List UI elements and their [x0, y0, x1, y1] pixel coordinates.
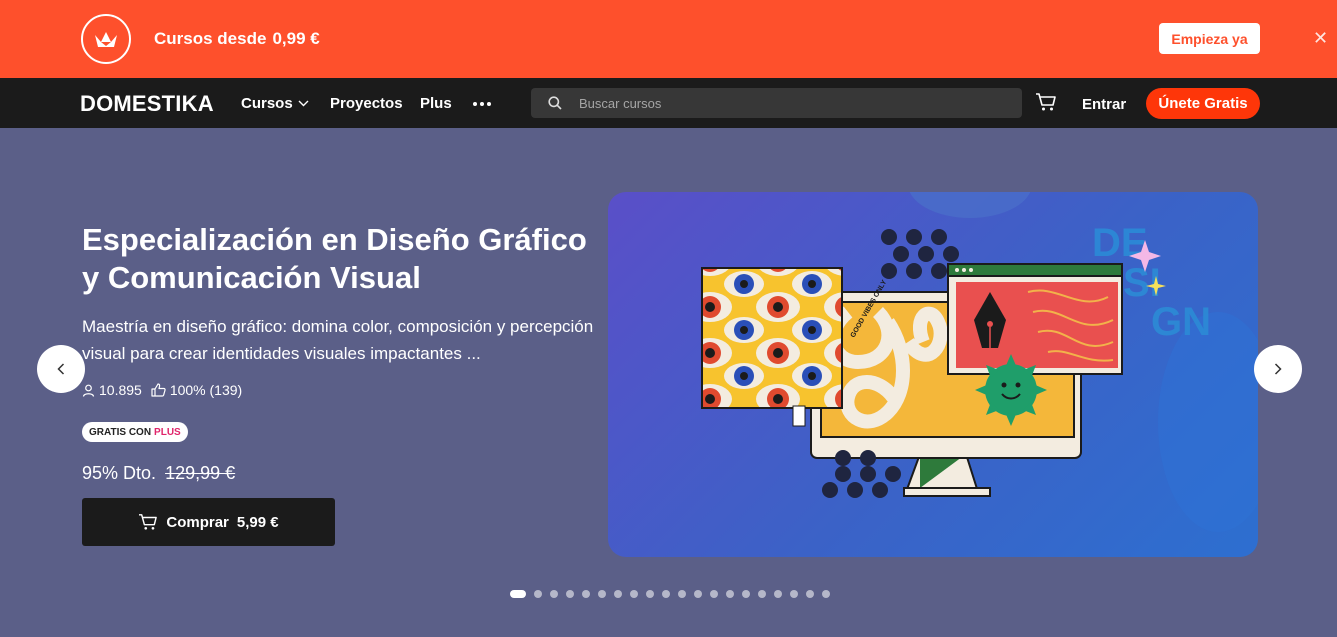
carousel-dot[interactable]	[510, 590, 526, 598]
thumbs-up-icon	[151, 383, 166, 397]
carousel-dot[interactable]	[806, 590, 814, 598]
carousel-pagination	[510, 590, 830, 598]
crown-icon	[81, 14, 131, 64]
carousel-dot[interactable]	[726, 590, 734, 598]
promo-price: 0,99 €	[272, 29, 320, 48]
more-dots-icon[interactable]	[473, 102, 491, 106]
search-icon	[548, 96, 562, 110]
design-letters-gn: GN	[1151, 300, 1211, 344]
carousel-dot[interactable]	[566, 590, 574, 598]
student-count: 10.895	[99, 382, 142, 398]
nav-item-label: Cursos	[241, 95, 293, 112]
chevron-left-icon	[57, 363, 65, 375]
carousel-dot[interactable]	[678, 590, 686, 598]
carousel-dot[interactable]	[710, 590, 718, 598]
cart-icon	[139, 514, 158, 530]
carousel-dot[interactable]	[758, 590, 766, 598]
user-icon	[82, 384, 95, 397]
buy-price: 5,99 €	[236, 513, 279, 531]
signup-button[interactable]: Únete Gratis	[1146, 88, 1260, 119]
carousel-dot[interactable]	[774, 590, 782, 598]
course-cover-image[interactable]: DE SI GN GOOD VIBES ONLY	[608, 192, 1258, 557]
buy-label: Comprar	[166, 513, 229, 531]
carousel-dot[interactable]	[742, 590, 750, 598]
discount-label: 95% Dto.	[82, 463, 157, 483]
cart-icon[interactable]	[1035, 92, 1057, 112]
carousel-dot[interactable]	[790, 590, 798, 598]
carousel-dot[interactable]	[598, 590, 606, 598]
carousel-dot[interactable]	[614, 590, 622, 598]
rating: 100% (139)	[169, 382, 243, 398]
hero-carousel: Especialización en Diseño Gráfico y Comu…	[0, 128, 1337, 637]
design-illustration: DE SI GN GOOD VIBES ONLY	[701, 192, 1258, 532]
domestika-logo[interactable]: DOMESTIKA	[80, 91, 214, 117]
search-input[interactable]	[579, 88, 1009, 118]
close-icon[interactable]: ✕	[1313, 28, 1328, 49]
discount-info: 95% Dto. 129,99 €	[82, 463, 235, 484]
badge-label: GRATIS CON	[89, 426, 152, 438]
badge-plus: PLUS	[154, 426, 181, 438]
plus-badge: GRATIS CON PLUS	[82, 422, 188, 442]
top-nav: DOMESTIKA Cursos Proyectos Plus Entrar Ú…	[0, 78, 1337, 128]
course-title[interactable]: Especialización en Diseño Gráfico y Comu…	[82, 221, 602, 297]
chevron-right-icon	[1274, 363, 1282, 375]
nav-item-proyectos[interactable]: Proyectos	[330, 95, 403, 112]
course-description: Maestría en diseño gráfico: domina color…	[82, 317, 594, 363]
carousel-next-button[interactable]	[1254, 345, 1302, 393]
promo-label: Cursos desde	[154, 29, 267, 48]
buy-button[interactable]: Comprar 5,99 €	[82, 498, 335, 546]
carousel-dot[interactable]	[582, 590, 590, 598]
course-stats: 10.895 100% (139)	[82, 382, 242, 398]
carousel-dot[interactable]	[630, 590, 638, 598]
carousel-dot[interactable]	[646, 590, 654, 598]
carousel-dot[interactable]	[662, 590, 670, 598]
carousel-prev-button[interactable]	[37, 345, 85, 393]
login-link[interactable]: Entrar	[1082, 96, 1126, 113]
carousel-dot[interactable]	[550, 590, 558, 598]
carousel-dot[interactable]	[534, 590, 542, 598]
nav-item-cursos[interactable]: Cursos	[241, 95, 309, 112]
nav-item-plus[interactable]: Plus	[420, 95, 452, 112]
promo-cta-button[interactable]: Empieza ya	[1159, 23, 1260, 54]
carousel-dot[interactable]	[822, 590, 830, 598]
promo-text: Cursos desde 0,99 €	[154, 29, 320, 49]
carousel-dot[interactable]	[694, 590, 702, 598]
search-bar[interactable]	[531, 88, 1022, 118]
promo-banner: Cursos desde 0,99 € Empieza ya ✕	[0, 0, 1337, 78]
old-price: 129,99 €	[165, 463, 236, 483]
chevron-down-icon	[298, 100, 309, 107]
